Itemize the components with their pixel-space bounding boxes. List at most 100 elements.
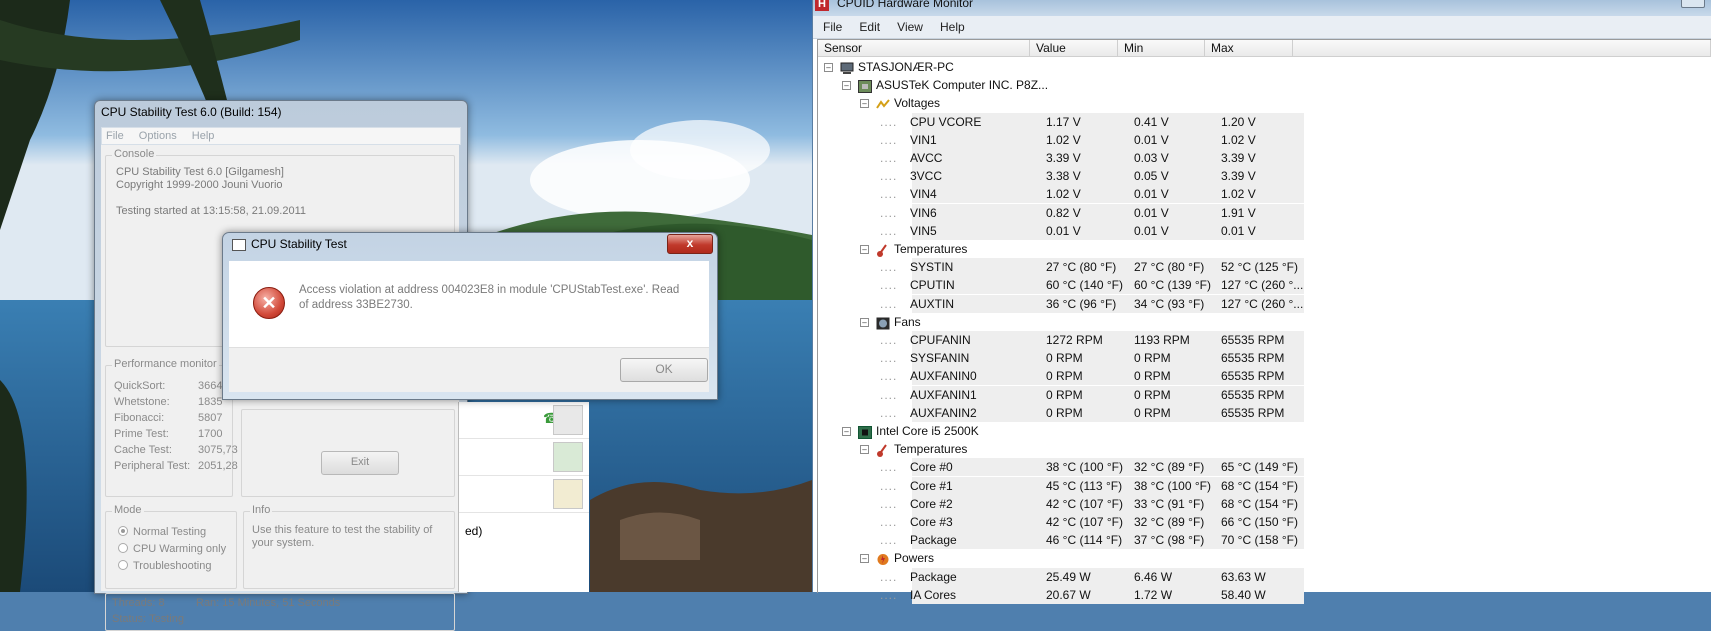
error-dialog[interactable]: CPU Stability Test x ✕ Access violation …	[222, 232, 718, 400]
collapse-toggle[interactable]: –	[860, 245, 869, 254]
hwmonitor-window[interactable]: H CPUID Hardware Monitor File Edit View …	[813, 0, 1711, 604]
sensor-label: VIN1	[910, 132, 937, 147]
minimize-button[interactable]	[1681, 0, 1705, 8]
radio-indicator[interactable]	[118, 543, 128, 553]
collapse-toggle[interactable]: –	[860, 99, 869, 109]
radio-normal-testing[interactable]: Normal Testing	[118, 526, 206, 538]
group-node[interactable]: – Voltages	[818, 94, 1711, 112]
sensor-row[interactable]: .... IA Cores 20.67 W 1.72 W 58.40 W	[818, 585, 1711, 604]
sensor-row[interactable]: .... Core #0 38 °C (100 °F) 32 °C (89 °F) 65…	[818, 458, 1711, 477]
collapse-toggle[interactable]: –	[824, 63, 833, 72]
sensor-row[interactable]: .... VIN4 1.02 V 0.01 V 1.02 V	[818, 185, 1711, 204]
collapse-toggle[interactable]: –	[860, 445, 869, 455]
sensor-row[interactable]: .... AUXFANIN0 0 RPM 0 RPM 65535 RPM	[818, 367, 1711, 386]
sensor-max: 3.39 V	[1221, 169, 1256, 184]
menu-file[interactable]: File	[813, 16, 849, 38]
menu-help[interactable]: Help	[192, 130, 215, 142]
sensor-row[interactable]: .... Core #1 45 °C (113 °F) 38 °C (100 °F) 6…	[818, 476, 1711, 495]
close-button[interactable]: x	[667, 234, 713, 254]
sensor-max: 70 °C (158 °F)	[1221, 533, 1298, 548]
sensor-tree[interactable]: Sensor Value Min Max – STASJONÆR-PC – ASUST…	[817, 39, 1711, 604]
device-node[interactable]: – Intel Core i5 2500K	[818, 422, 1711, 440]
radio-indicator[interactable]	[118, 526, 128, 536]
collapse-toggle[interactable]: –	[842, 81, 851, 91]
collapse-toggle[interactable]: –	[842, 427, 851, 436]
column-header-sensor[interactable]: Sensor	[818, 40, 1030, 57]
sensor-row[interactable]: .... SYSFANIN 0 RPM 0 RPM 65535 RPM	[818, 349, 1711, 368]
radio-label: Troubleshooting	[133, 560, 212, 572]
app-icon	[232, 239, 246, 251]
sensor-max: 1.91 V	[1221, 205, 1256, 220]
avatar	[553, 479, 583, 509]
sensor-row[interactable]: .... CPUTIN 60 °C (140 °F) 60 °C (139 °F) 12…	[818, 276, 1711, 295]
sensor-max: 0.01 V	[1221, 223, 1256, 238]
perf-label: Cache Test:	[114, 444, 172, 456]
collapse-toggle[interactable]: –	[860, 554, 869, 564]
exit-button[interactable]: Exit	[321, 451, 399, 475]
menu-help[interactable]: Help	[933, 16, 972, 38]
collapse-toggle[interactable]: –	[860, 317, 869, 327]
sensor-row[interactable]: .... 3VCC 3.38 V 0.05 V 3.39 V	[818, 167, 1711, 186]
sensor-row[interactable]: .... Core #2 42 °C (107 °F) 33 °C (91 °F) 68…	[818, 494, 1711, 513]
sensor-max: 65535 RPM	[1221, 369, 1285, 384]
sensor-label: CPUFANIN	[910, 333, 971, 347]
device-node[interactable]: – ASUSTeK Computer INC. P8Z...	[818, 76, 1711, 94]
performance-legend: Performance monitor	[112, 358, 219, 370]
group-node[interactable]: – Powers	[818, 549, 1711, 567]
column-header-value[interactable]: Value	[1030, 40, 1118, 57]
sensor-row[interactable]: .... SYSTIN 27 °C (80 °F) 27 °C (80 °F) 52 °…	[818, 258, 1711, 277]
column-header-min[interactable]: Min	[1118, 40, 1205, 57]
tree-connector: ....	[880, 587, 898, 602]
menu-view[interactable]: View	[890, 16, 930, 38]
sensor-value: 0 RPM	[1046, 405, 1083, 420]
avatar	[553, 442, 583, 472]
sensor-label: Core #3	[910, 515, 953, 529]
status-group: Threads: 8 Ran: 15 Minutes, 51 Seconds S…	[105, 593, 455, 631]
sensor-row[interactable]: .... Package 25.49 W 6.46 W 63.63 W	[818, 567, 1711, 586]
group-node[interactable]: – Temperatures	[818, 240, 1711, 258]
column-header-max[interactable]: Max	[1205, 40, 1293, 57]
group-node[interactable]: – Temperatures	[818, 440, 1711, 458]
sensor-row[interactable]: .... VIN1 1.02 V 0.01 V 1.02 V	[818, 130, 1711, 149]
sensor-label: Core #1	[910, 478, 953, 493]
sensor-value: 42 °C (107 °F)	[1046, 496, 1123, 511]
radio-cpu-warming[interactable]: CPU Warming only	[118, 543, 226, 555]
radio-indicator[interactable]	[118, 560, 128, 570]
sensor-row[interactable]: .... Package 46 °C (114 °F) 37 °C (98 °F) 70…	[818, 531, 1711, 550]
perf-label: Prime Test:	[114, 428, 169, 440]
sensor-min: 37 °C (98 °F)	[1134, 533, 1205, 548]
sensor-row[interactable]: .... CPUFANIN 1272 RPM 1193 RPM 65535 RPM	[818, 331, 1711, 349]
root-node[interactable]: – STASJONÆR-PC	[818, 58, 1711, 76]
tree-connector: ....	[880, 260, 898, 275]
sensor-row[interactable]: .... VIN5 0.01 V 0.01 V 0.01 V	[818, 221, 1711, 240]
ok-button[interactable]: OK	[620, 358, 708, 382]
perf-row-quicksort: QuickSort: 3664	[114, 380, 222, 392]
node-label: Temperatures	[894, 442, 968, 457]
console-line: CPU Stability Test 6.0 [Gilgamesh]	[116, 166, 284, 178]
radio-troubleshooting[interactable]: Troubleshooting	[118, 560, 211, 572]
sensor-row[interactable]: .... VIN6 0.82 V 0.01 V 1.91 V	[818, 203, 1711, 222]
info-legend: Info	[250, 504, 273, 516]
sensor-row[interactable]: .... AUXFANIN1 0 RPM 0 RPM 65535 RPM	[818, 385, 1711, 404]
sensor-row[interactable]: .... Core #3 42 °C (107 °F) 32 °C (89 °F) 66…	[818, 513, 1711, 531]
sensor-value: 45 °C (113 °F)	[1046, 478, 1123, 493]
sensor-min: 0.01 V	[1134, 187, 1169, 202]
sensor-row[interactable]: .... AUXFANIN2 0 RPM 0 RPM 65535 RPM	[818, 403, 1711, 422]
menu-options[interactable]: Options	[139, 130, 177, 142]
tree-connector: ....	[880, 351, 898, 366]
sensor-row[interactable]: .... AVCC 3.39 V 0.03 V 3.39 V	[818, 149, 1711, 167]
sensor-row[interactable]: .... AUXTIN 36 °C (96 °F) 34 °C (93 °F) 127 …	[818, 294, 1711, 313]
sensor-label: AUXFANIN1	[910, 387, 977, 402]
sensor-value: 0.82 V	[1046, 205, 1081, 220]
list-item: ☎	[459, 402, 589, 439]
menu-edit[interactable]: Edit	[852, 16, 887, 38]
sensor-label: VIN5	[910, 223, 937, 238]
sensor-row[interactable]: .... CPU VCORE 1.17 V 0.41 V 1.20 V	[818, 112, 1711, 131]
sensor-label: AVCC	[910, 151, 943, 165]
menu-file[interactable]: File	[106, 130, 124, 142]
sensor-max: 65 °C (149 °F)	[1221, 460, 1298, 475]
group-node[interactable]: – Fans	[818, 313, 1711, 331]
perf-row-peripheral: Peripheral Test: 2051,28	[114, 460, 238, 472]
sensor-min: 32 °C (89 °F)	[1134, 460, 1205, 475]
sensor-max: 66 °C (150 °F)	[1221, 515, 1298, 529]
